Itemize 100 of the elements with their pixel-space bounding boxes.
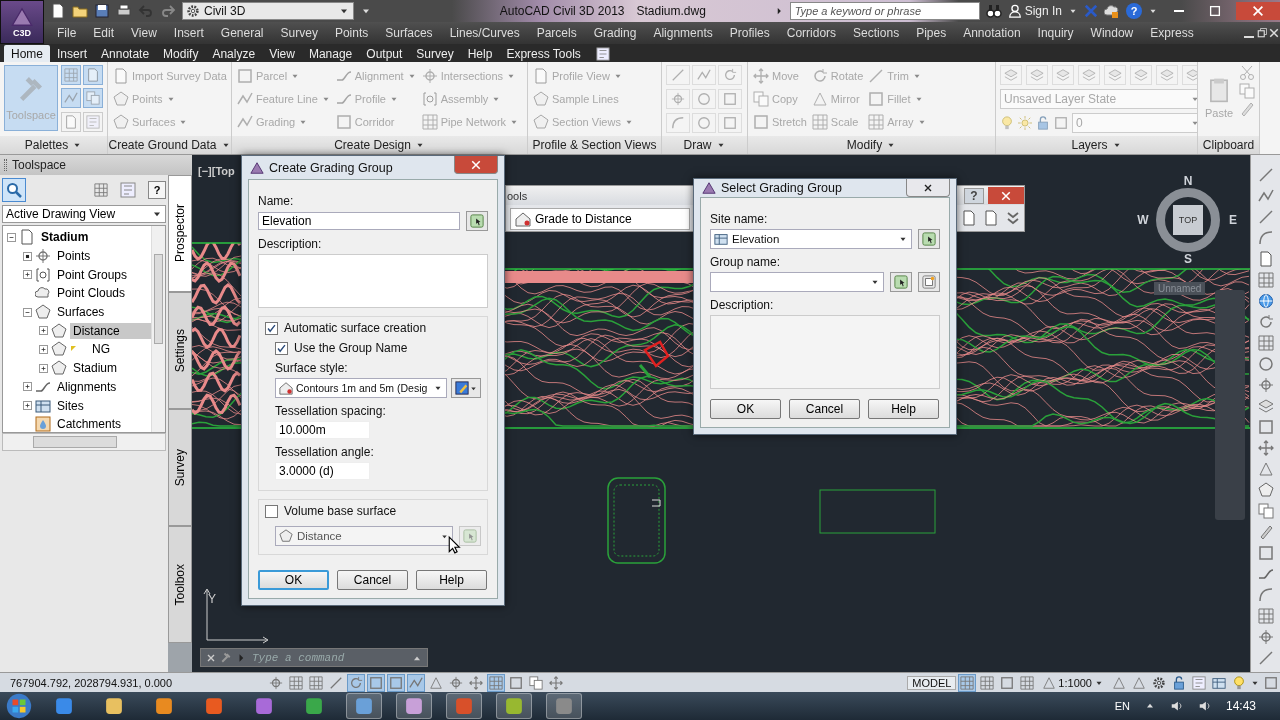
menu-item[interactable]: View [122, 26, 165, 40]
tree-item[interactable]: Distance [70, 322, 152, 339]
field-label: Name: [258, 194, 295, 208]
tree-item[interactable]: Points [54, 248, 94, 265]
dialog-button[interactable]: OK [258, 570, 329, 590]
compass-label: W [1136, 213, 1150, 227]
ribbon-tab[interactable]: Express Tools [499, 45, 588, 62]
field-label: Group name: [710, 255, 782, 269]
panel-title: Profile & Section Views [532, 138, 657, 152]
menu-item[interactable]: Points [325, 26, 377, 40]
site-dropdown[interactable]: Elevation [710, 229, 913, 249]
menu-item[interactable]: Annotation [954, 26, 1029, 40]
clock[interactable]: 14:43 [1225, 699, 1256, 713]
tree-item[interactable]: Catchments [54, 416, 125, 432]
field-label: Surface style: [275, 361, 349, 375]
coordinates: 767904.792, 2028794.931, 0.000 [10, 676, 174, 689]
menu-item[interactable]: Window [1081, 26, 1142, 40]
palette-dropdown[interactable]: Grade to Distance [510, 208, 690, 230]
menu-item[interactable]: Pipes [907, 26, 955, 40]
menu-item[interactable]: General [211, 26, 272, 40]
menu-item[interactable]: Parcels [527, 26, 585, 40]
application-menu-button[interactable]: C3D [0, 0, 44, 44]
tree-item[interactable]: Stadium [38, 229, 92, 246]
menu-item[interactable]: Express [1141, 26, 1202, 40]
panel-title: Create Ground Data [108, 138, 217, 152]
panel-title: Draw [683, 138, 712, 152]
menu-item[interactable]: Survey [271, 26, 326, 40]
panel-title: Clipboard [1202, 138, 1255, 152]
tree-item[interactable]: Stadium [70, 360, 121, 377]
ribbon-tab[interactable]: Modify [156, 45, 206, 62]
view-dropdown[interactable]: Active Drawing View [2, 205, 166, 223]
ribbon-tab[interactable]: Output [359, 45, 410, 62]
tree-item[interactable]: Point Groups [54, 266, 131, 283]
dialog-button[interactable]: OK [710, 399, 781, 419]
field-label: Description: [710, 298, 775, 312]
panel-title: Create Design [334, 138, 411, 152]
compass-label: E [1228, 213, 1238, 227]
viewport-label[interactable]: [−][Top [198, 165, 235, 177]
ribbon-tab[interactable]: View [262, 45, 302, 62]
palette-title: ools [507, 189, 528, 202]
side-tab[interactable]: Settings [168, 292, 192, 409]
help-button[interactable]: ? [964, 188, 984, 204]
command-field[interactable]: Type a command [250, 650, 408, 665]
menu-item[interactable]: Inquiry [1028, 26, 1082, 40]
checkbox-label: Use the Group Name [294, 341, 408, 355]
model-space-button[interactable]: MODEL [907, 675, 957, 690]
dialog-title: Select Grading Group [721, 181, 843, 195]
help-button[interactable]: ? [148, 181, 166, 199]
panel-title: Palettes [24, 138, 69, 152]
menu-item[interactable]: Lines/Curves [440, 26, 528, 40]
compass-label: S [1183, 252, 1193, 266]
spacing-field[interactable]: 10.000m [275, 421, 370, 439]
menu-item[interactable]: Alignments [644, 26, 721, 40]
tree-item[interactable]: Surfaces [54, 304, 108, 321]
tree-item[interactable]: Alignments [54, 378, 120, 395]
ribbon-tab[interactable]: Help [460, 45, 500, 62]
surface-style-dropdown[interactable]: Contours 1m and 5m (Desig [275, 378, 447, 398]
tree-item[interactable]: Sites [54, 397, 87, 414]
help-button[interactable]: ? [1126, 3, 1142, 19]
ribbon-tab[interactable]: Manage [301, 45, 360, 62]
dialog-button[interactable]: Cancel [789, 399, 860, 419]
menu-item[interactable]: Corridors [777, 26, 845, 40]
panel-title: Layers [1071, 138, 1108, 152]
ribbon-tab[interactable]: Survey [409, 45, 461, 62]
menu-item[interactable]: Insert [164, 26, 212, 40]
dialog-button[interactable]: Help [868, 399, 939, 419]
side-tab[interactable]: Survey [168, 409, 192, 526]
search-field[interactable]: Type a keyword or phrase [789, 2, 980, 20]
angle-field[interactable]: 3.0000 (d) [275, 462, 370, 480]
menu-item[interactable]: Profiles [720, 26, 778, 40]
menu-item[interactable]: Grading [584, 26, 645, 40]
workspace-dropdown[interactable]: Civil 3D [182, 2, 354, 20]
menu-item[interactable]: Edit [84, 26, 123, 40]
menu-item[interactable]: File [48, 26, 85, 40]
sign-in-link[interactable]: Sign In [1024, 4, 1062, 18]
ribbon-tab[interactable]: Analyze [205, 45, 263, 62]
scale-dropdown[interactable]: 1:1000 [1038, 675, 1108, 690]
language-indicator[interactable]: EN [1114, 700, 1130, 712]
window-title: AutoCAD Civil 3D 2013 [499, 4, 625, 18]
side-tab[interactable]: Prospector [168, 175, 192, 292]
field-label: Site name: [710, 212, 769, 226]
field-label: Description: [258, 237, 323, 251]
ribbon-tab[interactable]: Insert [50, 45, 95, 62]
axis-label: Y [208, 592, 216, 606]
compass-label: N [1182, 174, 1194, 188]
name-field[interactable]: Elevation [258, 212, 461, 230]
dialog-title: Create Grading Group [269, 160, 394, 175]
tree-item[interactable]: Point Clouds [54, 285, 129, 302]
menu-item[interactable]: Surfaces [376, 26, 441, 40]
file-name: Stadium.dwg [636, 4, 706, 18]
checkbox-label: Volume base surface [284, 504, 397, 518]
side-tab[interactable]: Toolbox [168, 526, 192, 643]
tree-item[interactable]: NG [89, 341, 113, 358]
ribbon-tab[interactable]: Home [4, 45, 50, 62]
dialog-button[interactable]: Cancel [337, 570, 408, 590]
dialog-button[interactable]: Help [416, 570, 487, 590]
menu-item[interactable]: Sections [844, 26, 908, 40]
field-label: Tessellation spacing: [275, 404, 387, 418]
view-cube-face[interactable]: TOP [1173, 205, 1203, 235]
ribbon-tab[interactable]: Annotate [94, 45, 157, 62]
